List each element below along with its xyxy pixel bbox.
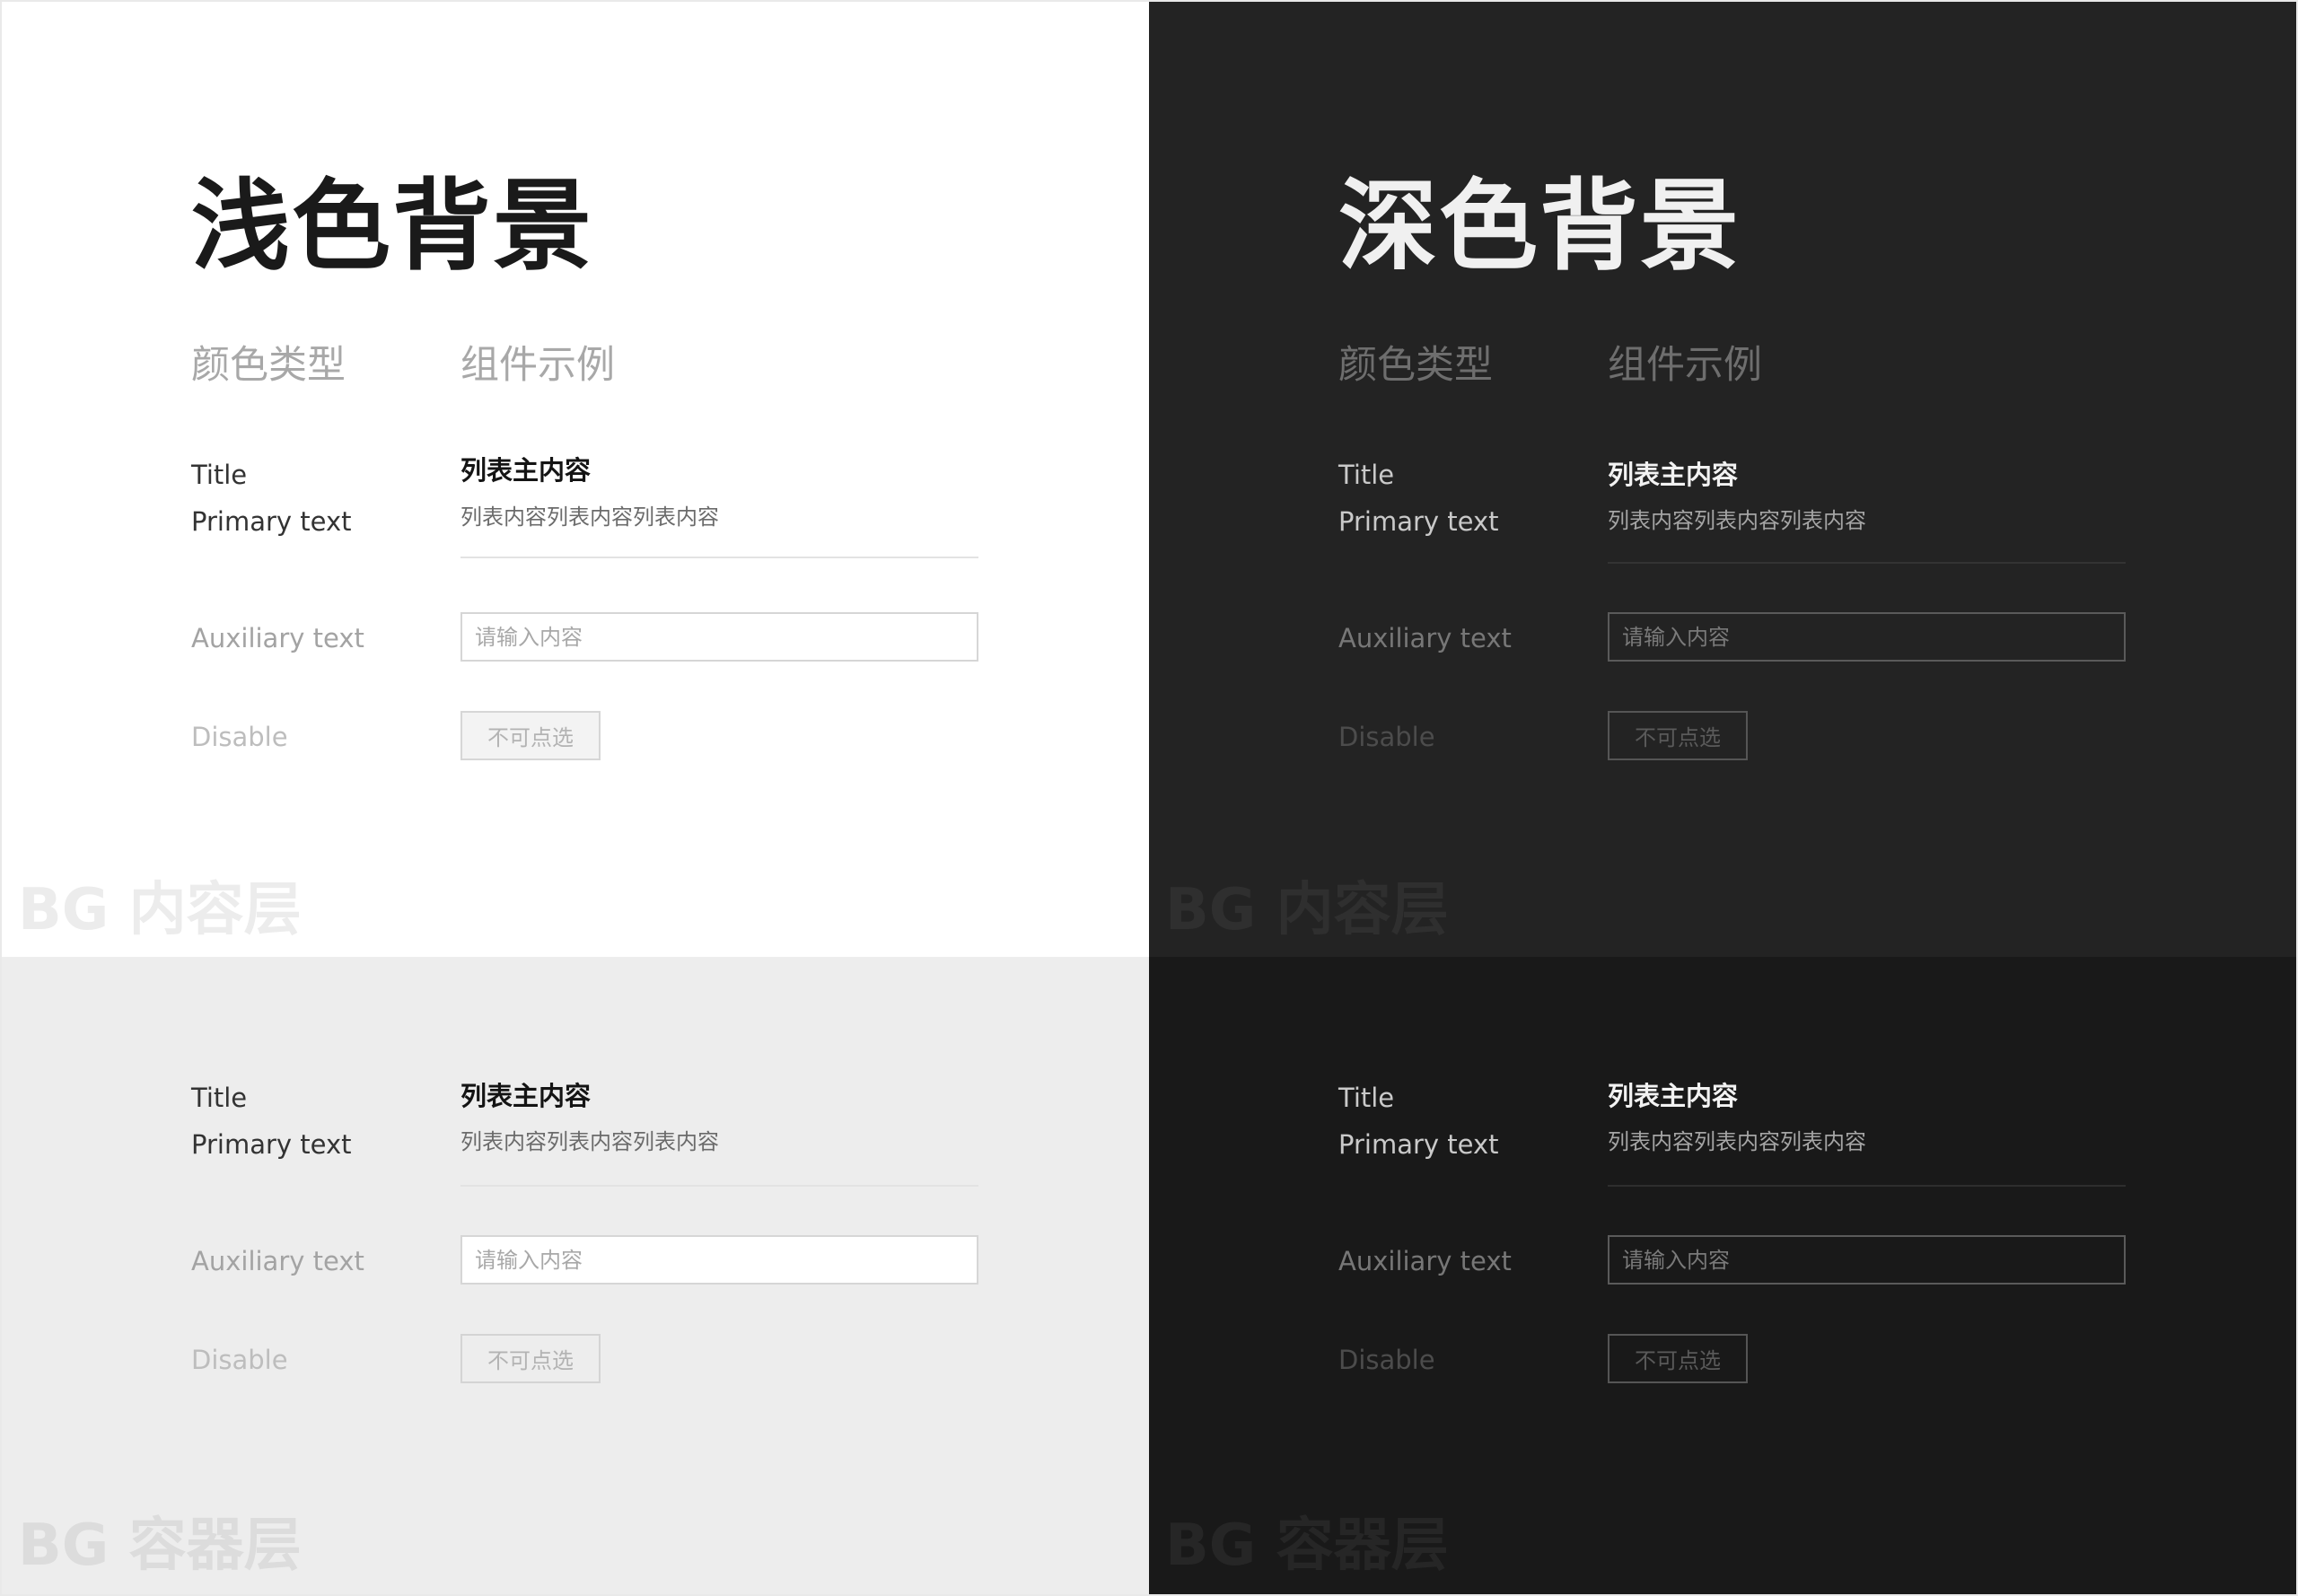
dark-content-panel: 深色背景 颜色类型 组件示例 Title Primary text Auxili…: [1149, 2, 2296, 957]
primary-text-label: Primary text: [1338, 1129, 1499, 1160]
title-label: Title: [1338, 460, 1395, 490]
auxiliary-text-label: Auxiliary text: [191, 623, 364, 653]
component-example-column-header: 组件示例: [1608, 343, 1762, 388]
light-container-panel: Title Primary text Auxiliary text Disabl…: [2, 957, 1149, 1594]
primary-text-label: Primary text: [1338, 506, 1499, 537]
content-input[interactable]: [460, 1235, 978, 1285]
primary-text-label: Primary text: [191, 506, 352, 537]
list-item-title: 列表主内容: [1608, 460, 1739, 490]
title-label: Title: [191, 460, 248, 490]
dark-container-panel: Title Primary text Auxiliary text Disabl…: [1149, 957, 2296, 1594]
title-label: Title: [191, 1083, 248, 1113]
disabled-button: 不可点选: [1608, 711, 1748, 760]
list-item-content: 列表内容列表内容列表内容: [1608, 1129, 1866, 1154]
auxiliary-text-label: Auxiliary text: [1338, 1246, 1512, 1276]
content-layer-watermark: BG 内容层: [18, 877, 302, 943]
disabled-button: 不可点选: [1608, 1334, 1748, 1383]
list-divider: [460, 1185, 978, 1187]
component-example-column-header: 组件示例: [460, 343, 615, 388]
list-item-content: 列表内容列表内容列表内容: [460, 1129, 719, 1154]
list-item-title: 列表主内容: [1608, 1081, 1739, 1111]
title-label: Title: [1338, 1083, 1395, 1113]
disable-label: Disable: [1338, 722, 1435, 752]
disabled-button: 不可点选: [460, 711, 601, 760]
list-divider: [1608, 562, 2126, 564]
disable-label: Disable: [191, 722, 288, 752]
color-type-column-header: 颜色类型: [191, 343, 346, 388]
content-input[interactable]: [1608, 612, 2126, 662]
disabled-button: 不可点选: [460, 1334, 601, 1383]
primary-text-label: Primary text: [191, 1129, 352, 1160]
light-background-heading: 浅色背景: [191, 169, 593, 284]
disable-label: Disable: [1338, 1345, 1435, 1375]
list-item-title: 列表主内容: [460, 1081, 592, 1111]
color-type-column-header: 颜色类型: [1338, 343, 1493, 388]
auxiliary-text-label: Auxiliary text: [1338, 623, 1512, 653]
disable-label: Disable: [191, 1345, 288, 1375]
list-item-content: 列表内容列表内容列表内容: [460, 504, 719, 530]
content-layer-watermark: BG 内容层: [1165, 877, 1449, 943]
list-item-content: 列表内容列表内容列表内容: [1608, 508, 1866, 533]
container-layer-watermark: BG 容器层: [18, 1513, 302, 1579]
list-item-title: 列表主内容: [460, 455, 592, 486]
list-divider: [460, 557, 978, 558]
list-divider: [1608, 1185, 2126, 1187]
content-input[interactable]: [460, 612, 978, 662]
auxiliary-text-label: Auxiliary text: [191, 1246, 364, 1276]
dark-background-heading: 深色背景: [1338, 169, 1741, 284]
content-input[interactable]: [1608, 1235, 2126, 1285]
light-content-panel: 浅色背景 颜色类型 组件示例 Title Primary text Auxili…: [2, 2, 1149, 957]
container-layer-watermark: BG 容器层: [1165, 1513, 1449, 1579]
